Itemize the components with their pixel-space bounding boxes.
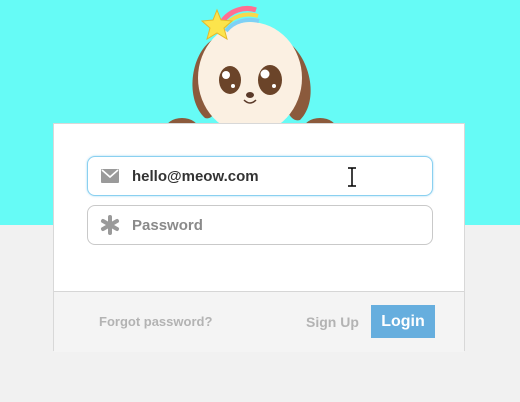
login-card: Forgot password? Sign Up Login <box>53 123 465 352</box>
password-input[interactable] <box>132 216 412 234</box>
forgot-password-link[interactable]: Forgot password? <box>99 314 212 329</box>
login-button[interactable]: Login <box>371 305 435 338</box>
envelope-icon <box>100 166 120 186</box>
email-input[interactable] <box>132 167 412 185</box>
email-field[interactable] <box>87 156 433 196</box>
asterisk-icon <box>100 215 120 235</box>
card-footer: Forgot password? Sign Up Login <box>54 291 464 352</box>
login-form <box>54 124 464 291</box>
sign-up-link[interactable]: Sign Up <box>306 314 359 330</box>
password-field[interactable] <box>87 205 433 245</box>
login-page: Forgot password? Sign Up Login <box>0 0 520 402</box>
text-cursor-icon <box>348 167 356 187</box>
